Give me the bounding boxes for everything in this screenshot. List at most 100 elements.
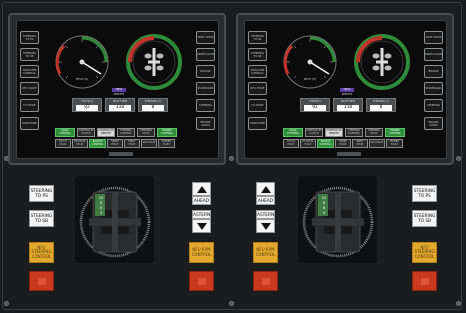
screw	[4, 301, 9, 306]
pitch-gauge	[283, 35, 337, 89]
right-softkey-2[interactable]: PROPULSION	[424, 48, 443, 61]
left-softkey-4[interactable]: NFU MODE	[248, 82, 267, 95]
status-input-fault[interactable]: INPUT FAULT	[124, 139, 140, 148]
right-softkey-6[interactable]: ENGINE ROOM	[196, 117, 215, 130]
left-softkey-2[interactable]: STEERING TO SB	[248, 48, 267, 61]
left-softkey-4[interactable]: NFU MODE	[20, 82, 39, 95]
status-cs-fault[interactable]: CS 1/2 FAULT	[283, 139, 299, 148]
joystick-well-left: 10 8 6 4	[75, 176, 154, 263]
left-softkey-5[interactable]: FU MODE	[20, 99, 39, 112]
right-softkey-1[interactable]: PORT MODE	[424, 31, 443, 44]
readout-pitch: PITCH[%] 92	[300, 98, 330, 112]
steering-gauge	[354, 34, 410, 90]
right-softkey-3[interactable]: BRIDGE	[196, 65, 215, 78]
status-spare-fault[interactable]: SPARE FAULT	[335, 139, 351, 148]
status-control-by-clutch[interactable]: CONTROL BY CLUTCH	[305, 128, 323, 137]
readout-shaft-rpm: SHAFT RPM 310	[333, 98, 363, 112]
nfu-steering-control-button[interactable]: NFU STEERING CONTROL	[412, 242, 437, 263]
display-bezel-right: STEERING TO PS STEERING TO SB THRUSTER C…	[236, 13, 454, 165]
screw	[229, 301, 234, 306]
display-screen-left: STEERING TO PS STEERING TO SB THRUSTER C…	[16, 20, 219, 159]
nfu-steering-control-button[interactable]: NFU STEERING CONTROL	[29, 242, 54, 263]
display-bezel-left: STEERING TO PS STEERING TO SB THRUSTER C…	[8, 13, 226, 165]
status-control-in-remote[interactable]: CONTROL IN REMOTE	[97, 128, 115, 137]
status-control-in-remote[interactable]: CONTROL IN REMOTE	[325, 128, 343, 137]
left-softkey-2[interactable]: STEERING TO SB	[20, 48, 39, 61]
right-softkey-3[interactable]: BRIDGE	[424, 65, 443, 78]
status-power-fault[interactable]: POWER FAULT	[158, 139, 175, 148]
nfu-rpm-control-button[interactable]: NFU RPM CONTROL	[189, 242, 214, 263]
status-engine-control[interactable]: ENGINE CONTROL	[385, 128, 405, 137]
status-steering-fault[interactable]: STEERING FAULT	[137, 128, 155, 137]
right-softkey-5[interactable]: STEERING	[424, 99, 443, 112]
nfu-rpm-control-button[interactable]: NFU RPM CONTROL	[253, 242, 278, 263]
readout-title: STEERING [°]	[144, 100, 162, 103]
status-dcs-fault[interactable]: DCS FAULT	[369, 139, 385, 148]
right-softkey-2[interactable]: PROPULSION	[196, 48, 215, 61]
emergency-stop-button[interactable]	[412, 271, 437, 291]
right-softkey-1[interactable]: PORT MODE	[196, 31, 215, 44]
left-softkey-3[interactable]: THRUSTER CONTROL	[20, 65, 39, 78]
joystick-right[interactable]	[302, 180, 374, 260]
mode-status: REMOTE	[113, 93, 125, 96]
joystick-scale-label: 8	[99, 201, 103, 205]
screw	[456, 301, 461, 306]
joystick-scale-label: 6	[99, 206, 103, 210]
steering-to-ps-button[interactable]: STEERING TO PS	[412, 185, 437, 202]
steering-to-sb-button[interactable]: STEERING TO SB	[412, 210, 437, 227]
emergency-stop-button[interactable]	[29, 271, 54, 291]
left-softkey-6[interactable]: HARDWARE	[248, 117, 267, 130]
readout-value: 0	[370, 105, 392, 111]
status-local-control[interactable]: LOCAL CONTROL	[55, 128, 75, 137]
status-backup-control[interactable]: BACKUP CONTROL	[89, 139, 106, 148]
control-console: STEERING TO PS STEERING TO SB THRUSTER C…	[0, 0, 466, 313]
status-input-fault[interactable]: INPUT FAULT	[352, 139, 368, 148]
right-softkey-4[interactable]: STARBOARD	[424, 82, 443, 95]
right-softkey-4[interactable]: STARBOARD	[196, 82, 215, 95]
left-softkey-1[interactable]: STEERING TO PS	[248, 31, 267, 44]
steering-to-sb-button[interactable]: STEERING TO SB	[29, 210, 54, 227]
left-softkey-3[interactable]: THRUSTER CONTROL	[248, 65, 267, 78]
left-softkey-5[interactable]: FU MODE	[248, 99, 267, 112]
readout-shaft-rpm: SHAFT RPM 310	[105, 98, 135, 112]
readout-title: SHAFT RPM	[112, 100, 128, 103]
astern-arrow-button[interactable]	[192, 219, 211, 233]
status-spare-fault[interactable]: SPARE FAULT	[107, 139, 123, 148]
status-dcs-fault[interactable]: DCS FAULT	[141, 139, 157, 148]
status-backup-control[interactable]: BACKUP CONTROL	[317, 139, 334, 148]
mode-badge: VMS2	[340, 88, 354, 92]
left-softkey-1[interactable]: STEERING TO PS	[20, 31, 39, 44]
right-softkey-6[interactable]: ENGINE ROOM	[424, 117, 443, 130]
joystick-well-right: 10 8 6 4	[298, 176, 377, 263]
status-steering-control[interactable]: STEERING CONTROL	[117, 128, 135, 137]
mode-status: REMOTE	[341, 93, 353, 96]
ahead-arrow-button[interactable]	[256, 182, 275, 196]
emergency-stop-button[interactable]	[189, 271, 214, 291]
status-power-fault[interactable]: POWER FAULT	[386, 139, 403, 148]
status-steering-fault[interactable]: STEERING FAULT	[365, 128, 383, 137]
readout-title: SHAFT RPM	[340, 100, 356, 103]
status-ps-local-fault[interactable]: PS LOCAL FAULT	[300, 139, 316, 148]
left-softkey-6[interactable]: HARDWARE	[20, 117, 39, 130]
status-ps-local-fault[interactable]: PS LOCAL FAULT	[72, 139, 88, 148]
joystick-scale-label: 4	[322, 211, 326, 215]
status-engine-control[interactable]: ENGINE CONTROL	[157, 128, 177, 137]
status-steering-control[interactable]: STEERING CONTROL	[345, 128, 363, 137]
astern-arrow-button[interactable]	[256, 219, 275, 233]
ahead-arrow-button[interactable]	[192, 182, 211, 196]
readout-value: 92	[76, 105, 98, 111]
status-local-control[interactable]: LOCAL CONTROL	[283, 128, 303, 137]
readout-steering: STEERING [°] 0	[366, 98, 396, 112]
status-cs-fault[interactable]: CS 1/2 FAULT	[55, 139, 71, 148]
readout-pitch: PITCH[%] 92	[72, 98, 102, 112]
status-control-by-clutch[interactable]: CONTROL BY CLUTCH	[77, 128, 95, 137]
astern-label: ASTERN	[256, 210, 275, 219]
right-softkey-5[interactable]: STEERING	[196, 99, 215, 112]
ahead-label: AHEAD	[192, 196, 211, 205]
joystick-left[interactable]	[79, 180, 151, 260]
astern-label: ASTERN	[192, 210, 211, 219]
emergency-stop-button[interactable]	[253, 271, 278, 291]
screw	[456, 156, 461, 161]
steering-to-ps-button[interactable]: STEERING TO PS	[29, 185, 54, 202]
readout-title: PITCH[%]	[309, 100, 321, 103]
